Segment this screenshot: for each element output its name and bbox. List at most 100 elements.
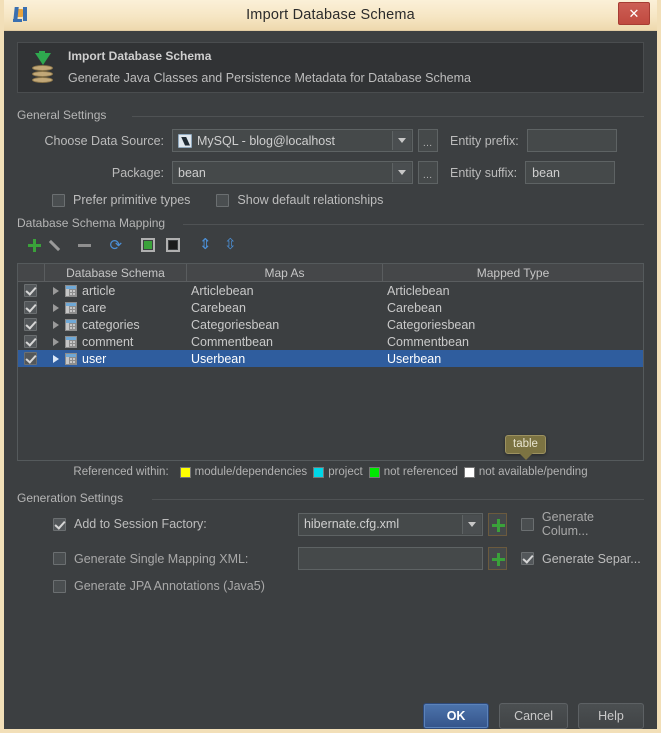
general-settings-group: General Settings Choose Data Source: MyS… (17, 108, 644, 207)
add-session-factory-checkbox[interactable]: Add to Session Factory: (53, 517, 298, 531)
row-checkbox[interactable] (18, 318, 45, 331)
row-checkbox[interactable] (18, 284, 45, 297)
entity-prefix-input[interactable] (526, 129, 617, 152)
row-schema-cell: article (45, 284, 187, 298)
single-mapping-input[interactable] (298, 547, 483, 570)
schema-mapping-group: Database Schema Mapping ⟳ ⇕ ⇳ Database S… (17, 216, 644, 478)
table-row[interactable]: care Carebean Carebean (18, 299, 643, 316)
table-icon (65, 335, 77, 348)
close-button[interactable]: ✕ (618, 2, 650, 25)
checkbox-box (24, 335, 37, 348)
column-header-map-as[interactable]: Map As (187, 264, 383, 281)
package-browse-button[interactable]: … (418, 161, 438, 184)
remove-button[interactable] (73, 234, 95, 256)
table-header: Database Schema Map As Mapped Type (18, 264, 643, 282)
row-schema-cell: comment (45, 335, 187, 349)
legend-label: not available/pending (478, 466, 588, 478)
dialog-body: Import Database Schema Generate Java Cla… (4, 42, 657, 729)
cancel-button[interactable]: Cancel (499, 703, 568, 729)
entity-prefix-label: Entity prefix: (450, 133, 519, 148)
session-factory-select[interactable]: hibernate.cfg.xml (297, 512, 483, 536)
add-button[interactable] (23, 234, 45, 256)
generate-separate-checkbox[interactable]: Generate Separ... (521, 552, 641, 566)
checked-box-icon (141, 238, 155, 252)
row-schema-cell: care (45, 301, 187, 315)
row-checkbox[interactable] (18, 352, 45, 365)
legend-swatch (463, 466, 475, 478)
expander-triangle-icon[interactable] (53, 286, 59, 295)
row-checkbox[interactable] (18, 301, 45, 314)
expand-all-button[interactable] (193, 234, 215, 256)
legend-swatch (313, 466, 325, 478)
database-import-icon (30, 50, 56, 83)
row-map-as: Articlebean (191, 283, 254, 298)
data-source-value: MySQL - blog@localhost (197, 133, 335, 148)
generate-single-mapping-checkbox[interactable]: Generate Single Mapping XML: (53, 552, 298, 566)
legend-label: not referenced (383, 466, 458, 478)
row-name: user (82, 351, 107, 366)
ok-button[interactable]: OK (423, 703, 490, 729)
general-settings-legend: General Settings (17, 108, 113, 122)
chevron-down-icon[interactable] (392, 163, 411, 182)
row-schema-cell: categories (45, 318, 187, 332)
legend-swatch (368, 466, 380, 478)
column-header-mapped-type[interactable]: Mapped Type (383, 264, 643, 281)
deselect-all-button[interactable] (162, 234, 184, 256)
row-mapped-type: Categoriesbean (387, 317, 476, 332)
generate-column-checkbox[interactable]: Generate Colum... (520, 510, 644, 538)
expand-all-icon (197, 235, 212, 253)
add-session-factory-file-button[interactable] (487, 512, 507, 536)
edit-button[interactable] (48, 234, 70, 256)
row-name: comment (82, 334, 134, 349)
select-all-button[interactable] (137, 234, 159, 256)
row-mapped-type: Commentbean (387, 334, 469, 349)
legend-label: module/dependencies (194, 466, 308, 478)
general-checkbox-row: Prefer primitive types Show default rela… (52, 193, 644, 207)
plus-icon (492, 553, 505, 566)
chevron-down-icon[interactable] (392, 131, 411, 150)
data-source-browse-button[interactable]: … (418, 129, 438, 152)
intellij-idea-logo-icon (12, 5, 34, 25)
row-checkbox[interactable] (18, 335, 45, 348)
column-header-check[interactable] (18, 264, 45, 281)
table-icon (65, 301, 77, 314)
row-name: care (82, 300, 107, 315)
generate-jpa-annotations-checkbox[interactable]: Generate JPA Annotations (Java5) (53, 579, 265, 593)
row-map-as: Commentbean (191, 334, 273, 349)
collapse-all-button[interactable] (218, 234, 240, 256)
show-default-relationships-checkbox[interactable]: Show default relationships (216, 193, 383, 207)
checkbox-box (24, 284, 37, 297)
prefer-primitive-types-label: Prefer primitive types (73, 193, 191, 207)
expander-triangle-icon[interactable] (53, 320, 59, 329)
refresh-button[interactable]: ⟳ (106, 234, 128, 256)
expander-triangle-icon[interactable] (53, 337, 59, 346)
help-button[interactable]: Help (578, 703, 644, 729)
table-row[interactable]: comment Commentbean Commentbean (18, 333, 643, 350)
window-title: Import Database Schema (246, 7, 415, 23)
column-header-database-schema[interactable]: Database Schema (45, 264, 187, 281)
add-single-mapping-file-button[interactable] (488, 547, 507, 570)
table-rows: article Articlebean Articlebean care Carebea… (18, 282, 643, 367)
checkbox-box (53, 552, 66, 565)
expander-triangle-icon[interactable] (53, 354, 59, 363)
row-map-as: Categoriesbean (191, 317, 280, 332)
row-mapped-type: Articlebean (387, 283, 450, 298)
package-select[interactable]: bean (172, 161, 413, 184)
row-name: categories (82, 317, 140, 332)
data-source-select[interactable]: MySQL - blog@localhost (172, 129, 413, 152)
row-map-as: Carebean (191, 300, 246, 315)
expander-triangle-icon[interactable] (53, 303, 59, 312)
prefer-primitive-types-checkbox[interactable]: Prefer primitive types (52, 193, 190, 207)
checkbox-box (52, 193, 65, 207)
table-row[interactable]: categories Categoriesbean Categoriesbean (18, 316, 643, 333)
minus-icon (77, 243, 91, 247)
schema-table[interactable]: Database Schema Map As Mapped Type artic… (17, 263, 644, 461)
entity-suffix-input[interactable]: bean (525, 161, 616, 184)
collapse-all-icon (222, 235, 237, 253)
table-row[interactable]: article Articlebean Articlebean (18, 282, 643, 299)
data-source-label: Choose Data Source: (44, 133, 164, 148)
table-row[interactable]: user Userbean Userbean (18, 350, 643, 367)
chevron-down-icon[interactable] (461, 514, 481, 534)
checkbox-box (521, 552, 534, 565)
import-database-schema-dialog: Import Database Schema ✕ Import Database… (0, 0, 661, 733)
